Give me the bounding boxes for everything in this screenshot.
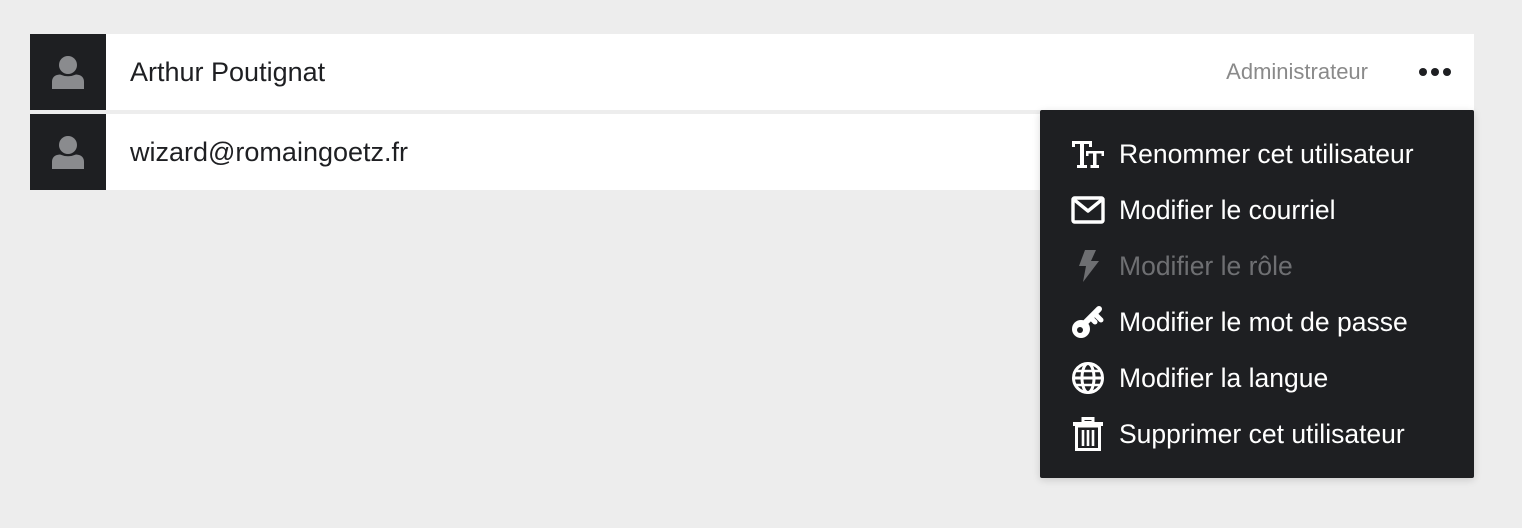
menu-item-label: Modifier le mot de passe	[1119, 306, 1408, 337]
ellipsis-icon	[1419, 68, 1451, 76]
user-context-menu: Renommer cet utilisateur Modifier le cou…	[1040, 110, 1474, 478]
user-icon	[52, 136, 84, 169]
globe-icon	[1071, 361, 1105, 395]
user-name: Arthur Poutignat	[130, 56, 326, 87]
avatar	[30, 34, 106, 110]
key-icon	[1071, 305, 1105, 339]
menu-item-label: Supprimer cet utilisateur	[1119, 418, 1405, 449]
menu-item-edit-role: Modifier le rôle	[1040, 238, 1474, 294]
envelope-icon	[1071, 193, 1105, 227]
user-icon	[52, 56, 84, 89]
lightning-icon	[1071, 249, 1105, 283]
menu-item-label: Renommer cet utilisateur	[1119, 138, 1414, 169]
menu-item-edit-email[interactable]: Modifier le courriel	[1040, 182, 1474, 238]
menu-item-rename-user[interactable]: Renommer cet utilisateur	[1040, 126, 1474, 182]
user-role: Administrateur	[1226, 59, 1368, 84]
text-size-icon	[1071, 137, 1105, 171]
more-options-button[interactable]	[1414, 51, 1456, 93]
user-row[interactable]: Arthur Poutignat Administrateur	[30, 34, 1474, 110]
menu-item-label: Modifier le rôle	[1119, 250, 1293, 281]
menu-item-delete-user[interactable]: Supprimer cet utilisateur	[1040, 406, 1474, 462]
menu-item-edit-password[interactable]: Modifier le mot de passe	[1040, 294, 1474, 350]
menu-item-edit-language[interactable]: Modifier la langue	[1040, 350, 1474, 406]
menu-item-label: Modifier le courriel	[1119, 194, 1336, 225]
trash-icon	[1071, 417, 1105, 451]
menu-item-label: Modifier la langue	[1119, 362, 1329, 393]
avatar	[30, 114, 106, 190]
